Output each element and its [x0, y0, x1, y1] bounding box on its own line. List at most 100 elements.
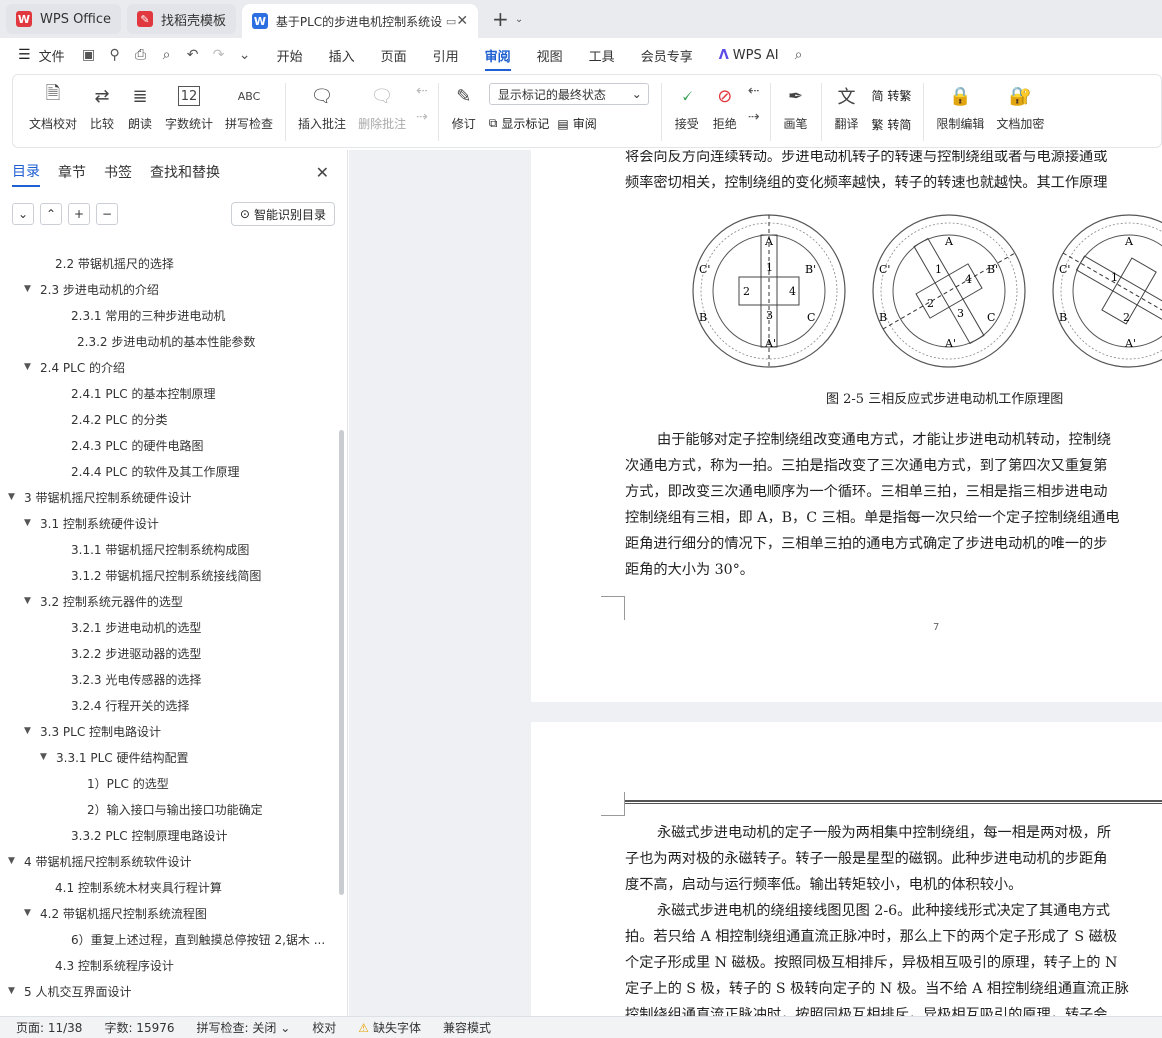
compare-button[interactable]: ⇄ 比较 — [89, 83, 115, 132]
chevron-down-icon[interactable]: ⌄ — [515, 14, 523, 25]
toc-item[interactable]: ▼ 3.1 控制系统硬件设计 — [0, 510, 336, 536]
menu-member[interactable]: 会员专享 — [641, 46, 693, 65]
expand-toggle-icon[interactable]: ▼ — [24, 284, 38, 294]
search-icon[interactable]: ⌕ — [791, 47, 807, 63]
expand-toggle-icon[interactable]: ▼ — [24, 908, 38, 918]
delete-comment-button[interactable]: 🗨 删除批注 — [358, 83, 406, 132]
word-count-button[interactable]: 12 字数统计 — [165, 83, 213, 132]
redo-icon[interactable]: ↷ — [211, 47, 227, 63]
insert-comment-button[interactable]: 🗨 插入批注 — [298, 83, 346, 132]
expand-toggle-icon[interactable]: ▼ — [40, 752, 54, 762]
expand-toggle-icon[interactable]: ▼ — [24, 726, 38, 736]
toc-item[interactable]: ▼ 3 带锯机摇尺控制系统硬件设计 — [0, 484, 336, 510]
page-indicator[interactable]: 页面: 11/38 — [16, 1019, 82, 1036]
review-pane-button[interactable]: ▤ 审阅 — [557, 115, 596, 132]
to-simplified-button[interactable]: 繁 转简 — [872, 116, 912, 133]
missing-font-button[interactable]: ⚠ 缺失字体 — [358, 1019, 421, 1036]
tab-wps-office[interactable]: W WPS Office — [6, 4, 122, 34]
tab-document[interactable]: W 基于PLC的步进电机控制系统设 ▭ ✕ — [242, 4, 479, 38]
expand-down-button[interactable]: ⌄ — [12, 203, 34, 225]
toc-item[interactable]: 2）输入接口与输出接口功能确定 — [0, 796, 336, 822]
add-item-button[interactable]: + — [68, 203, 90, 225]
toc-item[interactable]: 4.1 控制系统木材夹具行程计算 — [0, 874, 336, 900]
menu-tools[interactable]: 工具 — [589, 46, 615, 65]
menu-reference[interactable]: 引用 — [433, 46, 459, 65]
toc-item[interactable]: 3.1.1 带锯机摇尺控制系统构成图 — [0, 536, 336, 562]
toc-item[interactable]: ▼ 4.2 带锯机摇尺控制系统流程图 — [0, 900, 336, 926]
chevron-down-icon[interactable]: ⌄ — [237, 47, 253, 63]
toc-item[interactable]: 2.4.3 PLC 的硬件电路图 — [0, 432, 336, 458]
close-icon[interactable]: ✕ — [316, 163, 329, 182]
toc-item[interactable]: 1）PLC 的选型 — [0, 770, 336, 796]
toc-item[interactable]: 6）重复上述过程，直到触摸总停按钮 2,锯木 ... — [0, 926, 336, 952]
expand-toggle-icon[interactable]: ▼ — [8, 492, 22, 502]
to-traditional-button[interactable]: 简 转繁 — [872, 87, 912, 104]
toc-item[interactable]: 2.3.1 常用的三种步进电动机 — [0, 302, 336, 328]
translate-button[interactable]: 文 翻译 — [834, 83, 860, 132]
new-tab-icon[interactable]: + — [492, 7, 509, 31]
remove-item-button[interactable]: − — [96, 203, 118, 225]
collapse-up-button[interactable]: ⌃ — [40, 203, 62, 225]
tab-bookmark[interactable]: 书签 — [104, 162, 132, 182]
tab-find-replace[interactable]: 查找和替换 — [150, 162, 220, 182]
toc-item[interactable]: ▼ 3.2 控制系统元器件的选型 — [0, 588, 336, 614]
show-markup-button[interactable]: ⧉ 显示标记 — [489, 115, 550, 132]
menu-page[interactable]: 页面 — [381, 46, 407, 65]
menu-insert[interactable]: 插入 — [329, 46, 355, 65]
accept-button[interactable]: 🗸 接受 — [674, 83, 700, 132]
toc-item[interactable]: ▼ 3.3.1 PLC 硬件结构配置 — [0, 744, 336, 770]
revise-button[interactable]: ✎ 修订 — [451, 83, 477, 132]
toc-item[interactable]: 3.2.4 行程开关的选择 — [0, 692, 336, 718]
encrypt-button[interactable]: 🔐 文档加密 — [996, 83, 1044, 132]
tab-toc[interactable]: 目录 — [12, 161, 40, 187]
toc-item[interactable]: 2.4.1 PLC 的基本控制原理 — [0, 380, 336, 406]
print-icon[interactable]: ⎙ — [133, 47, 149, 63]
toc-item[interactable]: 3.2.1 步进电动机的选型 — [0, 614, 336, 640]
tab-docer[interactable]: ✎ 找稻壳模板 — [127, 4, 237, 34]
toc-scrollbar[interactable] — [339, 430, 344, 895]
expand-toggle-icon[interactable]: ▼ — [8, 986, 22, 996]
save-icon[interactable]: ▣ — [81, 47, 97, 63]
toc-item[interactable]: ▼ 5 人机交互界面设计 — [0, 978, 336, 1004]
previous-comment-icon[interactable]: ⇠ — [416, 83, 428, 99]
menu-view[interactable]: 视图 — [537, 46, 563, 65]
print-preview-icon[interactable]: ⌕ — [159, 47, 175, 63]
word-count-indicator[interactable]: 字数: 15976 — [104, 1019, 174, 1036]
reject-button[interactable]: ⊘ 拒绝 — [712, 83, 738, 132]
toc-item[interactable]: 4.3 控制系统程序设计 — [0, 952, 336, 978]
expand-toggle-icon[interactable]: ▼ — [24, 362, 38, 372]
previous-change-icon[interactable]: ⇠ — [748, 83, 760, 99]
hamburger-icon[interactable]: ☰ — [18, 47, 31, 63]
toc-item[interactable]: 2.4.2 PLC 的分类 — [0, 406, 336, 432]
smart-toc-button[interactable]: ⊙ 智能识别目录 — [230, 202, 335, 226]
expand-toggle-icon[interactable]: ▼ — [8, 856, 22, 866]
share-icon[interactable]: ⚲ — [107, 47, 123, 63]
markup-select[interactable]: 显示标记的最终状态 ⌄ — [488, 83, 649, 105]
tab-chapter[interactable]: 章节 — [58, 162, 86, 182]
expand-toggle-icon[interactable]: ▼ — [24, 518, 38, 528]
pen-button[interactable]: ✒ 画笔 — [783, 83, 809, 132]
toc-item[interactable]: 2.3.2 步进电动机的基本性能参数 — [0, 328, 336, 354]
toc-item[interactable]: ▼ 2.4 PLC 的介绍 — [0, 354, 336, 380]
next-comment-icon[interactable]: ⇢ — [416, 109, 428, 125]
close-icon[interactable]: ✕ — [456, 13, 468, 29]
toc-item[interactable]: 2.4.4 PLC 的软件及其工作原理 — [0, 458, 336, 484]
toc-item[interactable]: 3.2.2 步进驱动器的选型 — [0, 640, 336, 666]
monitor-icon[interactable]: ▭ — [446, 15, 456, 28]
spell-check-button[interactable]: ABC 拼写检查 — [225, 83, 273, 132]
doc-check-button[interactable]: 🗎 文档校对 — [29, 83, 77, 132]
next-change-icon[interactable]: ⇢ — [748, 109, 760, 125]
proof-button[interactable]: 校对 — [312, 1019, 336, 1036]
toc-item[interactable]: 3.2.3 光电传感器的选择 — [0, 666, 336, 692]
toc-item[interactable]: ▼ 2.3 步进电动机的介绍 — [0, 276, 336, 302]
menu-review[interactable]: 审阅 — [484, 46, 511, 71]
expand-toggle-icon[interactable]: ▼ — [24, 596, 38, 606]
toc-item[interactable]: ▼ 3.3 PLC 控制电路设计 — [0, 718, 336, 744]
toc-item[interactable]: 3.3.2 PLC 控制原理电路设计 — [0, 822, 336, 848]
undo-icon[interactable]: ↶ — [185, 47, 201, 63]
toc-item[interactable]: 2.2 带锯机摇尺的选择 — [0, 250, 336, 276]
restrict-edit-button[interactable]: 🔒 限制编辑 — [936, 83, 984, 132]
spell-check-status[interactable]: 拼写检查: 关闭 ⌄ — [197, 1019, 291, 1036]
toc-item[interactable]: 3.1.2 带锯机摇尺控制系统接线简图 — [0, 562, 336, 588]
menu-home[interactable]: 开始 — [277, 46, 303, 65]
